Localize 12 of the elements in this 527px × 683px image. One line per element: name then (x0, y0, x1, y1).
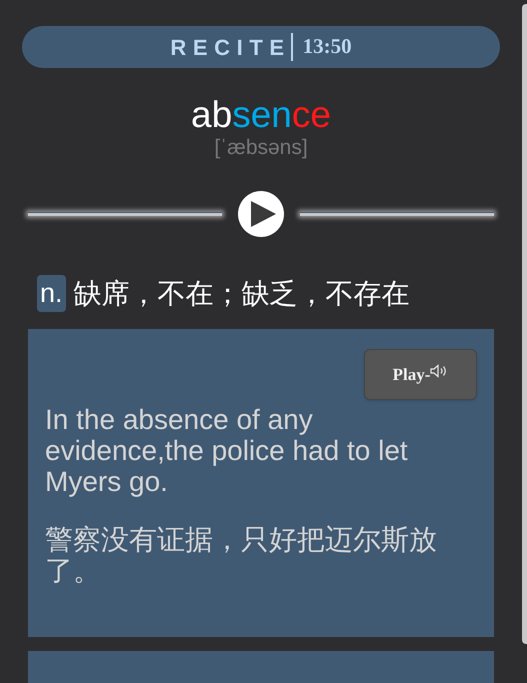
phonetic: [ˈæbsəns] (214, 136, 308, 160)
word: absence (191, 94, 331, 136)
example-translation: 警察没有证据，只好把迈尔斯放了。 (45, 524, 438, 586)
definition: 缺席，不在；缺乏，不存在 (74, 277, 410, 311)
play-icon[interactable] (238, 191, 284, 237)
part-of-speech-tag: n. (37, 275, 66, 312)
timer: 13:50 (302, 33, 352, 60)
scrollbar[interactable] (522, 4, 527, 644)
speaker-icon (430, 364, 448, 378)
app-title: RECITE (170, 34, 291, 62)
play-button[interactable]: Play- (364, 349, 477, 400)
example-sentence: In the absence of any evidence,the police had to let Myers go. (45, 404, 409, 497)
